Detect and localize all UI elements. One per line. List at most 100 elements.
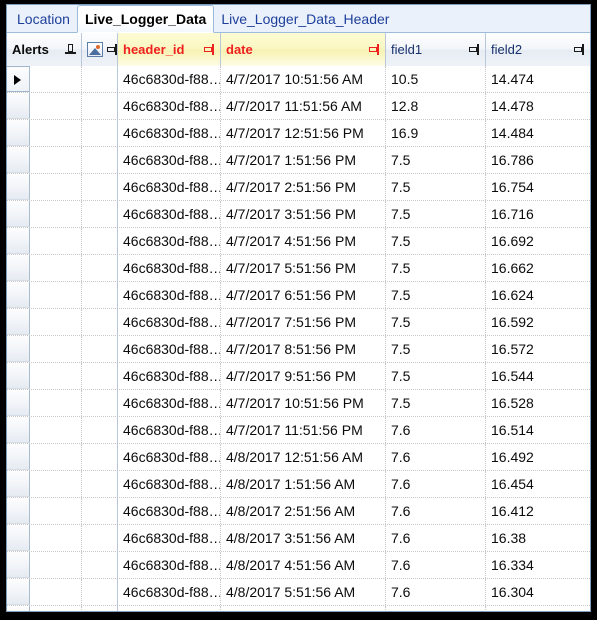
cell-date[interactable]: 4/7/2017 7:51:56 PM: [221, 309, 386, 335]
cell-picture[interactable]: [82, 120, 118, 146]
cell-field1[interactable]: 7.5: [386, 255, 486, 281]
cell-alerts[interactable]: [30, 417, 82, 443]
table-row[interactable]: 46c6830d-f88… 4/7/2017 2:51:56 PM 7.5 16.75…: [7, 174, 590, 201]
row-selector[interactable]: [7, 147, 30, 173]
table-row[interactable]: 46c6830d-f88… 4/7/2017 6:51:56 PM 7.5 16.62…: [7, 282, 590, 309]
cell-alerts[interactable]: [30, 120, 82, 146]
cell-alerts[interactable]: [30, 552, 82, 578]
cell-date[interactable]: 4/7/2017 10:51:56 AM: [221, 66, 386, 92]
cell-field1[interactable]: 7.6: [386, 552, 486, 578]
cell-picture[interactable]: [82, 525, 118, 551]
column-header-date[interactable]: date: [221, 33, 386, 66]
table-row[interactable]: 46c6830d-f88… 4/7/2017 4:51:56 PM 7.5 16.69…: [7, 228, 590, 255]
row-selector[interactable]: [7, 282, 30, 308]
row-selector[interactable]: [7, 363, 30, 389]
table-row[interactable]: 46c6830d-f88… 4/7/2017 9:51:56 PM 7.5 16.54…: [7, 363, 590, 390]
cell-header-id[interactable]: 46c6830d-f88…: [118, 66, 221, 92]
cell-alerts[interactable]: [30, 363, 82, 389]
cell-alerts[interactable]: [30, 525, 82, 551]
cell-field2[interactable]: 16.544: [486, 363, 590, 389]
cell-alerts[interactable]: [30, 66, 82, 92]
cell-date[interactable]: 4/8/2017 6:51:56 AM: [221, 606, 386, 611]
cell-picture[interactable]: [82, 147, 118, 173]
row-selector[interactable]: [7, 390, 30, 416]
cell-header-id[interactable]: 46c6830d-f88…: [118, 309, 221, 335]
cell-field1[interactable]: 10.5: [386, 66, 486, 92]
cell-header-id[interactable]: 46c6830d-f88…: [118, 174, 221, 200]
cell-date[interactable]: 4/7/2017 4:51:56 PM: [221, 228, 386, 254]
cell-picture[interactable]: [82, 309, 118, 335]
cell-alerts[interactable]: [30, 579, 82, 605]
table-row[interactable]: 46c6830d-f88…4/8/2017 6:51:56 AM7.616.27…: [7, 606, 590, 611]
row-selector[interactable]: [7, 417, 30, 443]
cell-picture[interactable]: [82, 255, 118, 281]
cell-header-id[interactable]: 46c6830d-f88…: [118, 147, 221, 173]
cell-field1[interactable]: 7.5: [386, 390, 486, 416]
table-row[interactable]: 46c6830d-f88… 4/7/2017 12:51:56 PM 16.9 14.…: [7, 120, 590, 147]
cell-header-id[interactable]: 46c6830d-f88…: [118, 228, 221, 254]
cell-field1[interactable]: 7.5: [386, 174, 486, 200]
cell-date[interactable]: 4/7/2017 1:51:56 PM: [221, 147, 386, 173]
cell-field1[interactable]: 16.9: [386, 120, 486, 146]
row-selector[interactable]: [7, 552, 30, 578]
cell-alerts[interactable]: [30, 282, 82, 308]
cell-field1[interactable]: 7.5: [386, 147, 486, 173]
cell-header-id[interactable]: 46c6830d-f88…: [118, 363, 221, 389]
cell-header-id[interactable]: 46c6830d-f88…: [118, 282, 221, 308]
cell-header-id[interactable]: 46c6830d-f88…: [118, 201, 221, 227]
cell-field2[interactable]: 16.412: [486, 498, 590, 524]
cell-alerts[interactable]: [30, 309, 82, 335]
cell-field2[interactable]: 16.492: [486, 444, 590, 470]
cell-field1[interactable]: 7.6: [386, 525, 486, 551]
cell-picture[interactable]: [82, 228, 118, 254]
cell-field2[interactable]: 16.304: [486, 579, 590, 605]
cell-picture[interactable]: [82, 606, 118, 611]
cell-field1[interactable]: 12.8: [386, 93, 486, 119]
cell-alerts[interactable]: [30, 390, 82, 416]
cell-alerts[interactable]: [30, 228, 82, 254]
cell-date[interactable]: 4/7/2017 2:51:56 PM: [221, 174, 386, 200]
cell-date[interactable]: 4/8/2017 3:51:56 AM: [221, 525, 386, 551]
cell-field2[interactable]: 16.38: [486, 525, 590, 551]
cell-field2[interactable]: 16.662: [486, 255, 590, 281]
row-selector[interactable]: [7, 120, 30, 146]
cell-field1[interactable]: 7.6: [386, 417, 486, 443]
pin-icon-picture[interactable]: [107, 44, 117, 55]
column-header-picture[interactable]: [82, 33, 118, 66]
table-row[interactable]: 46c6830d-f88… 4/7/2017 11:51:56 AM 12.8 14.…: [7, 93, 590, 120]
cell-picture[interactable]: [82, 282, 118, 308]
table-row[interactable]: 46c6830d-f88… 4/8/2017 5:51:56 AM 7.6 16.30…: [7, 579, 590, 606]
table-row[interactable]: 46c6830d-f88… 4/7/2017 8:51:56 PM 7.5 16.57…: [7, 336, 590, 363]
table-row[interactable]: 46c6830d-f88… 4/7/2017 3:51:56 PM 7.5 16.71…: [7, 201, 590, 228]
row-selector[interactable]: [7, 93, 30, 119]
pin-icon-field1[interactable]: [469, 44, 480, 55]
row-selector[interactable]: [7, 336, 30, 362]
cell-picture[interactable]: [82, 201, 118, 227]
cell-picture[interactable]: [82, 390, 118, 416]
cell-field2[interactable]: 14.484: [486, 120, 590, 146]
tab-location[interactable]: Location: [10, 6, 77, 33]
table-row[interactable]: 46c6830d-f88… 4/7/2017 5:51:56 PM 7.5 16.66…: [7, 255, 590, 282]
cell-date[interactable]: 4/7/2017 6:51:56 PM: [221, 282, 386, 308]
cell-field1[interactable]: 7.5: [386, 228, 486, 254]
table-row[interactable]: 46c6830d-f88… 4/7/2017 7:51:56 PM 7.5 16.59…: [7, 309, 590, 336]
table-row[interactable]: 46c6830d-f88… 4/7/2017 11:51:56 PM 7.6 16.5…: [7, 417, 590, 444]
cell-date[interactable]: 4/7/2017 9:51:56 PM: [221, 363, 386, 389]
cell-field2[interactable]: 16.624: [486, 282, 590, 308]
cell-date[interactable]: 4/7/2017 11:51:56 AM: [221, 93, 386, 119]
cell-header-id[interactable]: 46c6830d-f88…: [118, 498, 221, 524]
cell-field1[interactable]: 7.6: [386, 444, 486, 470]
cell-field2[interactable]: 16.334: [486, 552, 590, 578]
cell-field2[interactable]: 16.278: [486, 606, 590, 611]
row-selector[interactable]: [7, 255, 30, 281]
cell-alerts[interactable]: [30, 471, 82, 497]
cell-field2[interactable]: 16.572: [486, 336, 590, 362]
pin-icon-date[interactable]: [369, 44, 380, 55]
table-row[interactable]: 46c6830d-f88… 4/8/2017 1:51:56 AM 7.6 16.45…: [7, 471, 590, 498]
pin-icon-field2[interactable]: [574, 44, 585, 55]
cell-field2[interactable]: 16.528: [486, 390, 590, 416]
row-selector[interactable]: [7, 525, 30, 551]
cell-field2[interactable]: 16.716: [486, 201, 590, 227]
cell-date[interactable]: 4/8/2017 2:51:56 AM: [221, 498, 386, 524]
table-row[interactable]: 46c6830d-f88… 4/7/2017 10:51:56 PM 7.5 16.5…: [7, 390, 590, 417]
